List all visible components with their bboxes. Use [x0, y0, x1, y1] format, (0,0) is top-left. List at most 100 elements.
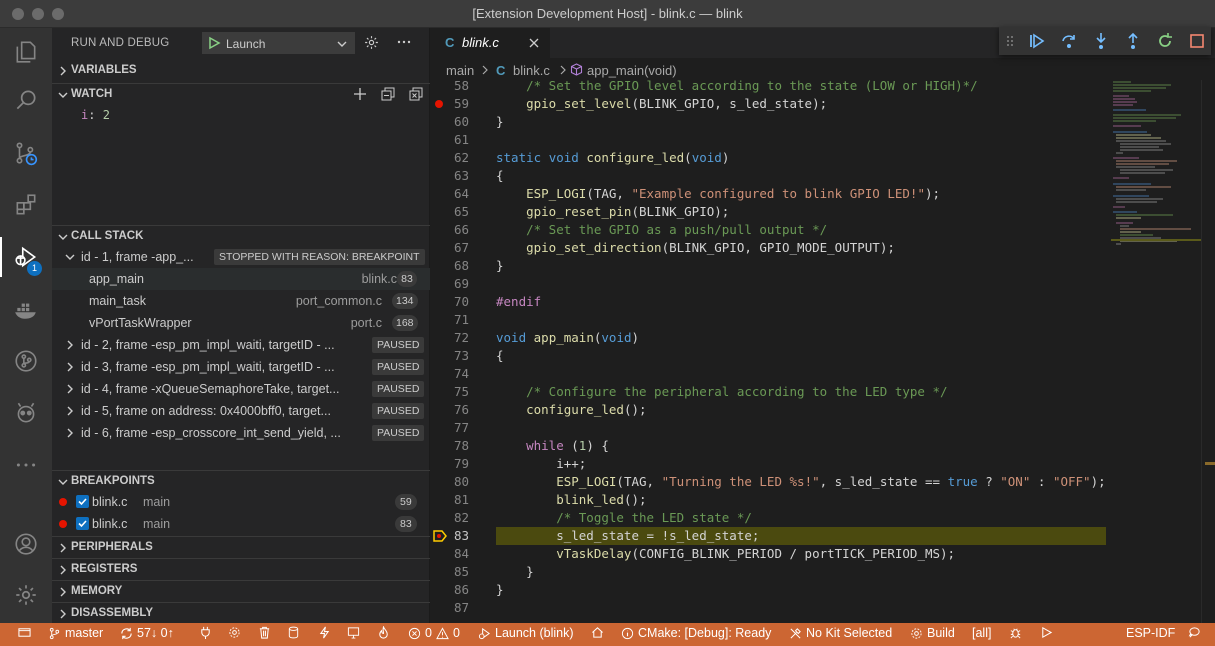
- breadcrumb-symbol[interactable]: app_main(void): [587, 63, 677, 78]
- code-line[interactable]: 82 /* Toggle the LED state */: [431, 509, 1111, 527]
- thread-row[interactable]: id - 5, frame on address: 0x4000bff0, ta…: [52, 400, 430, 422]
- launch-config-select[interactable]: Launch: [202, 32, 355, 54]
- remove-all-expressions-icon[interactable]: [409, 87, 423, 101]
- code-line[interactable]: 83 s_led_state = !s_led_state;: [431, 527, 1111, 545]
- git-sync-status[interactable]: 57↓ 0↑: [120, 626, 174, 640]
- code-line[interactable]: 78 while (1) {: [431, 437, 1111, 455]
- more-actions-icon[interactable]: [396, 34, 412, 50]
- monitor-icon[interactable]: [347, 626, 360, 639]
- problems-status[interactable]: 0 0: [408, 626, 460, 640]
- thread-row[interactable]: id - 4, frame -xQueueSemaphoreTake, targ…: [52, 378, 430, 400]
- stack-frame-row[interactable]: vPortTaskWrapper port.c 168: [52, 312, 430, 334]
- thread-row[interactable]: id - 3, frame -esp_pm_impl_waiti, target…: [52, 356, 430, 378]
- restart-icon[interactable]: [1156, 32, 1174, 50]
- breakpoint-enabled-checkbox[interactable]: [76, 517, 89, 530]
- call-stack-section-header[interactable]: CALL STACK: [52, 225, 430, 247]
- code-line[interactable]: 63 {: [431, 167, 1111, 185]
- settings-gear-icon[interactable]: [0, 571, 52, 619]
- docker-icon[interactable]: [0, 285, 52, 333]
- thread-row[interactable]: id - 6, frame -esp_crosscore_int_send_yi…: [52, 422, 430, 444]
- breadcrumb-folder[interactable]: main: [446, 63, 474, 78]
- account-icon[interactable]: [0, 520, 52, 568]
- source-control-icon[interactable]: [0, 129, 52, 177]
- peripherals-section-header[interactable]: PERIPHERALS: [52, 536, 430, 558]
- database-icon[interactable]: [287, 626, 300, 639]
- breadcrumb-file[interactable]: blink.c: [513, 63, 550, 78]
- breakpoint-enabled-checkbox[interactable]: [76, 495, 89, 508]
- add-expression-plus-icon[interactable]: [353, 87, 367, 101]
- drag-handle-icon[interactable]: [1005, 32, 1015, 50]
- gear-icon[interactable]: [228, 626, 241, 639]
- step-over-icon[interactable]: [1060, 32, 1078, 50]
- close-icon[interactable]: [527, 36, 541, 50]
- thread-row[interactable]: id - 1, frame -app_... STOPPED WITH REAS…: [52, 246, 430, 268]
- code-line[interactable]: 75 /* Configure the peripheral according…: [431, 383, 1111, 401]
- watch-expression[interactable]: i: 2: [81, 108, 110, 122]
- code-line[interactable]: 72 void app_main(void): [431, 329, 1111, 347]
- open-launch-json-gear-icon[interactable]: [363, 34, 380, 51]
- git-graph-icon[interactable]: [0, 337, 52, 385]
- run-debug-icon[interactable]: 1: [0, 233, 52, 281]
- continue-icon[interactable]: [1028, 32, 1046, 50]
- stack-frame-row[interactable]: app_main blink.c 83: [52, 268, 430, 290]
- search-icon[interactable]: [0, 76, 52, 124]
- code-line[interactable]: 59 gpio_set_level(BLINK_GPIO, s_led_stat…: [431, 95, 1111, 113]
- code-line[interactable]: 81 blink_led();: [431, 491, 1111, 509]
- code-line[interactable]: 60}: [431, 113, 1111, 131]
- flame-icon[interactable]: [377, 626, 390, 639]
- run-play-icon[interactable]: [1040, 626, 1053, 639]
- code-line[interactable]: 80 ESP_LOGI(TAG, "Turning the LED %s!", …: [431, 473, 1111, 491]
- launch-debug-status[interactable]: Launch (blink): [478, 626, 574, 640]
- code-line[interactable]: 74: [431, 365, 1111, 383]
- code-line[interactable]: 61: [431, 131, 1111, 149]
- cmake-kit-status[interactable]: No Kit Selected: [789, 626, 892, 640]
- explorer-icon[interactable]: [0, 28, 52, 76]
- step-into-icon[interactable]: [1092, 32, 1110, 50]
- code-line[interactable]: 76 configure_led();: [431, 401, 1111, 419]
- code-line[interactable]: 86}: [431, 581, 1111, 599]
- cmake-target-status[interactable]: [all]: [972, 626, 991, 640]
- code-line[interactable]: 62 static void configure_led(void): [431, 149, 1111, 167]
- code-line[interactable]: 67 gpio_set_direction(BLINK_GPIO, GPIO_M…: [431, 239, 1111, 257]
- home-icon[interactable]: [591, 626, 604, 639]
- extensions-icon[interactable]: [0, 181, 52, 229]
- editor-scrollbar[interactable]: [1201, 80, 1215, 623]
- minimap[interactable]: [1111, 80, 1201, 623]
- stack-frame-row[interactable]: main_task port_common.c 134: [52, 290, 430, 312]
- code-line[interactable]: 66 /* Set the GPIO as a push/pull output…: [431, 221, 1111, 239]
- code-line[interactable]: 84 vTaskDelay(CONFIG_BLINK_PERIOD / port…: [431, 545, 1111, 563]
- git-branch-status[interactable]: master: [48, 626, 103, 640]
- more-icon[interactable]: [0, 441, 52, 489]
- code-line[interactable]: 85 }: [431, 563, 1111, 581]
- code-line[interactable]: 87: [431, 599, 1111, 617]
- thread-row[interactable]: id - 2, frame -esp_pm_impl_waiti, target…: [52, 334, 430, 356]
- memory-section-header[interactable]: MEMORY: [52, 580, 430, 602]
- flash-icon[interactable]: [318, 626, 331, 639]
- variables-section-header[interactable]: VARIABLES: [52, 60, 430, 82]
- watch-section-header[interactable]: WATCH: [52, 83, 430, 105]
- code-line[interactable]: 79 i++;: [431, 455, 1111, 473]
- collapse-all-icon[interactable]: [381, 87, 395, 101]
- disassembly-section-header[interactable]: DISASSEMBLY: [52, 602, 430, 624]
- registers-section-header[interactable]: REGISTERS: [52, 558, 430, 580]
- code-line[interactable]: 73 {: [431, 347, 1111, 365]
- platformio-alien-icon[interactable]: [0, 389, 52, 437]
- code-editor[interactable]: 58 /* Set the GPIO level according to th…: [431, 80, 1111, 623]
- code-line[interactable]: 68}: [431, 257, 1111, 275]
- start-debug-icon[interactable]: [207, 36, 221, 50]
- breakpoints-section-header[interactable]: BREAKPOINTS: [52, 470, 430, 492]
- tab-blink-c[interactable]: C blink.c: [431, 28, 550, 58]
- breakpoint-row[interactable]: blink.c main 59: [52, 491, 430, 513]
- code-line[interactable]: 64 ESP_LOGI(TAG, "Example configured to …: [431, 185, 1111, 203]
- plug-icon[interactable]: [199, 626, 212, 639]
- remote-window-icon[interactable]: [18, 626, 31, 639]
- code-line[interactable]: 70 #endif: [431, 293, 1111, 311]
- stop-icon[interactable]: [1188, 32, 1206, 50]
- cmake-build-button[interactable]: Build: [910, 626, 955, 640]
- cmake-status[interactable]: CMake: [Debug]: Ready: [621, 626, 771, 640]
- code-line[interactable]: 77: [431, 419, 1111, 437]
- trash-icon[interactable]: [258, 626, 271, 639]
- step-out-icon[interactable]: [1124, 32, 1142, 50]
- code-line[interactable]: 71: [431, 311, 1111, 329]
- code-line[interactable]: 69: [431, 275, 1111, 293]
